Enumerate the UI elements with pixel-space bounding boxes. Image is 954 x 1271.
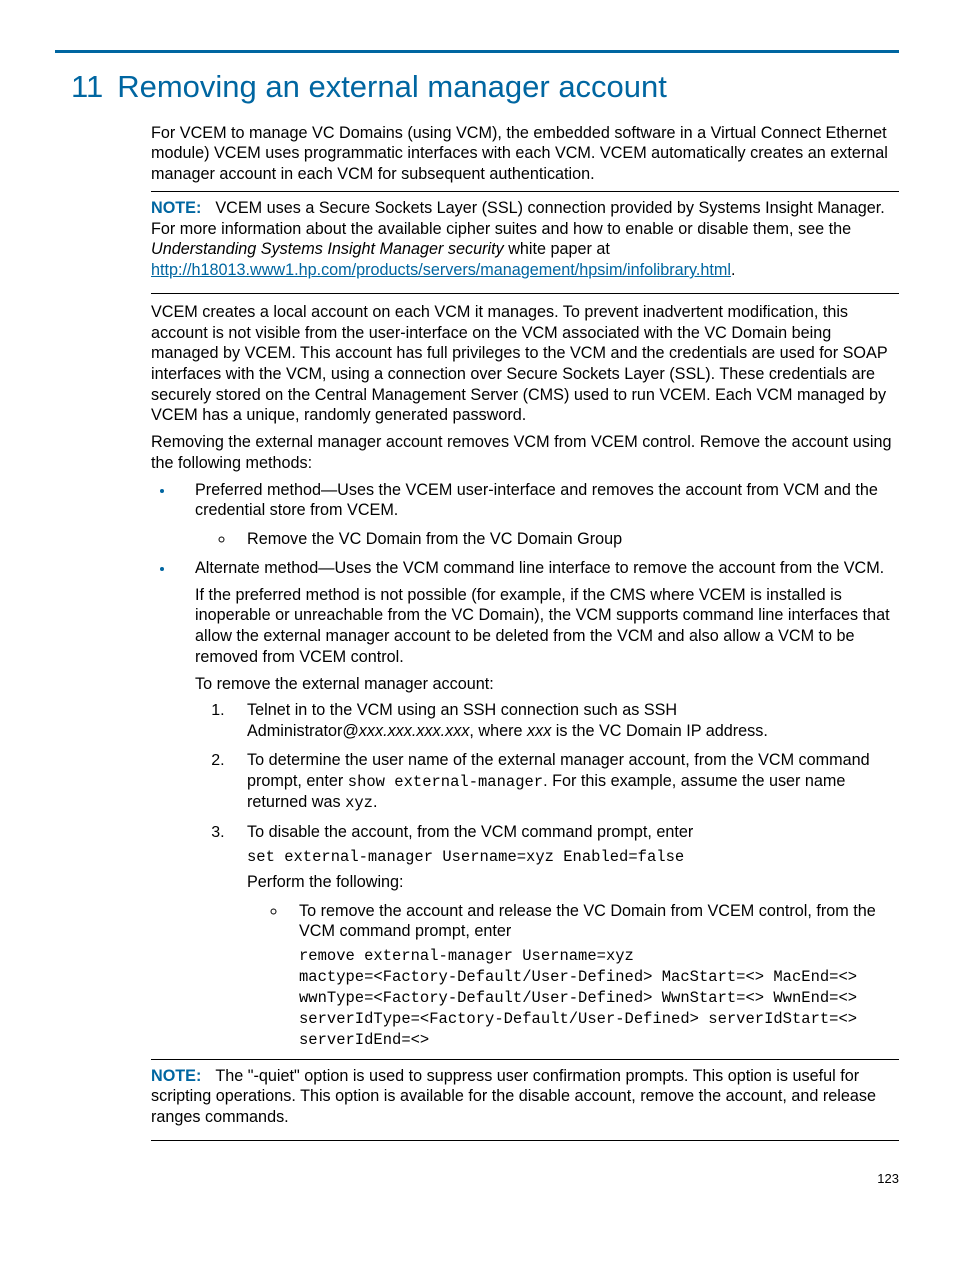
step2-c: . [373, 793, 378, 811]
alternate-p2: To remove the external manager account: [195, 674, 899, 695]
step3-sublist: To remove the account and release the VC… [247, 901, 899, 1051]
note-1-text: NOTE:VCEM uses a Secure Sockets Layer (S… [151, 198, 899, 281]
step2-code2: xyz [345, 794, 373, 812]
note1-italic: Understanding Systems Insight Manager se… [151, 240, 504, 258]
note-label: NOTE: [151, 199, 201, 217]
step1-i2: xxx [527, 722, 551, 740]
method-list: Preferred method—Uses the VCEM user-inte… [151, 480, 899, 1051]
note2-body: The "-quiet" option is used to suppress … [151, 1067, 876, 1126]
list-item-preferred: Preferred method—Uses the VCEM user-inte… [175, 480, 899, 550]
step3-b: Perform the following: [247, 873, 404, 891]
note1-link[interactable]: http://h18013.www1.hp.com/products/serve… [151, 261, 731, 279]
step3-sub-item: To remove the account and release the VC… [287, 901, 899, 1051]
preferred-sublist: Remove the VC Domain from the VC Domain … [195, 529, 899, 550]
step-list: Telnet in to the VCM using an SSH connec… [195, 700, 899, 1050]
preferred-text: Preferred method—Uses the VCEM user-inte… [195, 481, 878, 520]
note-label-2: NOTE: [151, 1067, 201, 1085]
note1-b: white paper at [504, 240, 610, 258]
para-remove-intro: Removing the external manager account re… [151, 432, 899, 473]
para-local-account: VCEM creates a local account on each VCM… [151, 302, 899, 426]
step1-b: , where [469, 722, 527, 740]
intro-paragraph: For VCEM to manage VC Domains (using VCM… [151, 123, 899, 185]
page-number: 123 [55, 1171, 899, 1188]
step-2: To determine the user name of the extern… [229, 750, 899, 814]
step3-sub-code: remove external-manager Username=xyz mac… [299, 946, 899, 1051]
note-block-2: NOTE:The "-quiet" option is used to supp… [151, 1059, 899, 1141]
chapter-heading: 11 Removing an external manager account [71, 67, 899, 107]
list-item-alternate: Alternate method—Uses the VCM command li… [175, 558, 899, 1051]
step1-c: is the VC Domain IP address. [551, 722, 768, 740]
step3-sub-a: To remove the account and release the VC… [299, 902, 876, 941]
chapter-number: 11 [71, 69, 103, 104]
step3-a: To disable the account, from the VCM com… [247, 823, 693, 841]
note1-a: VCEM uses a Secure Sockets Layer (SSL) c… [151, 199, 885, 238]
step-1: Telnet in to the VCM using an SSH connec… [229, 700, 899, 741]
body-column: For VCEM to manage VC Domains (using VCM… [151, 123, 899, 1141]
step-3: To disable the account, from the VCM com… [229, 822, 899, 1050]
note1-c: . [731, 261, 736, 279]
chapter-title: Removing an external manager account [117, 69, 667, 104]
note-block-1: NOTE:VCEM uses a Secure Sockets Layer (S… [151, 191, 899, 294]
top-rule [55, 50, 899, 53]
alternate-text: Alternate method—Uses the VCM command li… [195, 559, 884, 577]
step2-code1: show external-manager [348, 773, 543, 791]
step1-i: xxx.xxx.xxx.xxx [359, 722, 470, 740]
preferred-sub-item: Remove the VC Domain from the VC Domain … [235, 529, 899, 550]
note-2-text: NOTE:The "-quiet" option is used to supp… [151, 1066, 899, 1128]
alternate-p1: If the preferred method is not possible … [195, 585, 899, 668]
step3-code: set external-manager Username=xyz Enable… [247, 847, 899, 868]
